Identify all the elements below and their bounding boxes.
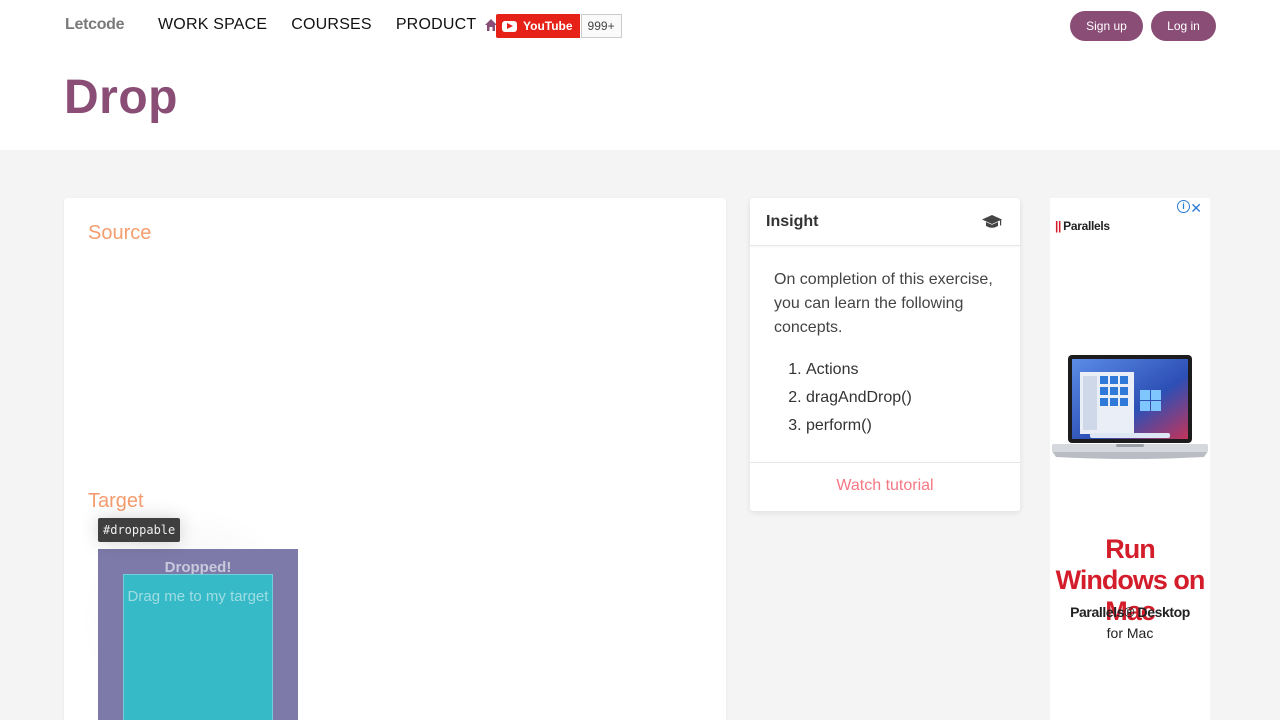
header: Letcode WORK SPACE COURSES PRODUCT YouTu… xyxy=(0,0,1280,150)
ad-product: Parallels® Desktop xyxy=(1070,604,1190,620)
draggable-box[interactable]: Drag me to my target xyxy=(123,574,273,720)
concept-item: dragAndDrop() xyxy=(806,384,996,412)
concepts-list: Actions dragAndDrop() perform() xyxy=(774,356,996,440)
graduation-cap-icon xyxy=(982,215,1002,228)
main-nav: WORK SPACE COURSES PRODUCT xyxy=(158,16,476,34)
insight-header: Insight xyxy=(750,198,1020,246)
ad-brand-text: Parallels xyxy=(1063,219,1110,233)
site-logo[interactable]: Letcode xyxy=(65,16,125,34)
watch-tutorial-link[interactable]: Watch tutorial xyxy=(836,477,933,495)
concept-item: Actions xyxy=(806,356,996,384)
youtube-label: YouTube xyxy=(523,19,573,33)
source-label: Source xyxy=(88,222,152,244)
exercise-card: Source Target Dropped! #droppable Drag m… xyxy=(64,198,726,720)
advertisement[interactable]: i ✕ || Parallels Run Windows on Mac Para… xyxy=(1050,198,1210,720)
login-button[interactable]: Log in xyxy=(1151,11,1216,41)
insight-panel: Insight On completion of this exercise, … xyxy=(750,198,1020,511)
parallels-bars-icon: || xyxy=(1055,219,1062,233)
youtube-play-icon xyxy=(502,20,517,32)
nav-courses[interactable]: COURSES xyxy=(291,16,372,34)
page-title: Drop xyxy=(64,71,178,124)
logo-text: Letcode xyxy=(65,16,125,33)
ad-close-icon[interactable]: ✕ xyxy=(1190,200,1202,217)
nav-product[interactable]: PRODUCT xyxy=(396,16,477,34)
insight-title: Insight xyxy=(766,213,819,230)
insight-body: On completion of this exercise, you can … xyxy=(750,246,1020,440)
youtube-subscribe[interactable]: YouTube 999+ xyxy=(496,14,622,38)
ad-info-icon[interactable]: i xyxy=(1177,200,1190,213)
ad-subtitle: for Mac xyxy=(1106,625,1154,641)
youtube-count: 999+ xyxy=(580,14,622,38)
concept-item: perform() xyxy=(806,412,996,440)
insight-footer: Watch tutorial xyxy=(750,462,1020,511)
signup-button[interactable]: Sign up xyxy=(1070,11,1143,41)
draggable-text: Drag me to my target xyxy=(127,588,269,605)
ad-brand-logo: || Parallels xyxy=(1055,219,1110,233)
nav-work-space[interactable]: WORK SPACE xyxy=(158,16,267,34)
laptop-image xyxy=(1052,355,1208,459)
youtube-button[interactable]: YouTube xyxy=(496,14,580,38)
selector-tooltip: #droppable xyxy=(98,518,181,542)
insight-intro: On completion of this exercise, you can … xyxy=(774,271,993,336)
